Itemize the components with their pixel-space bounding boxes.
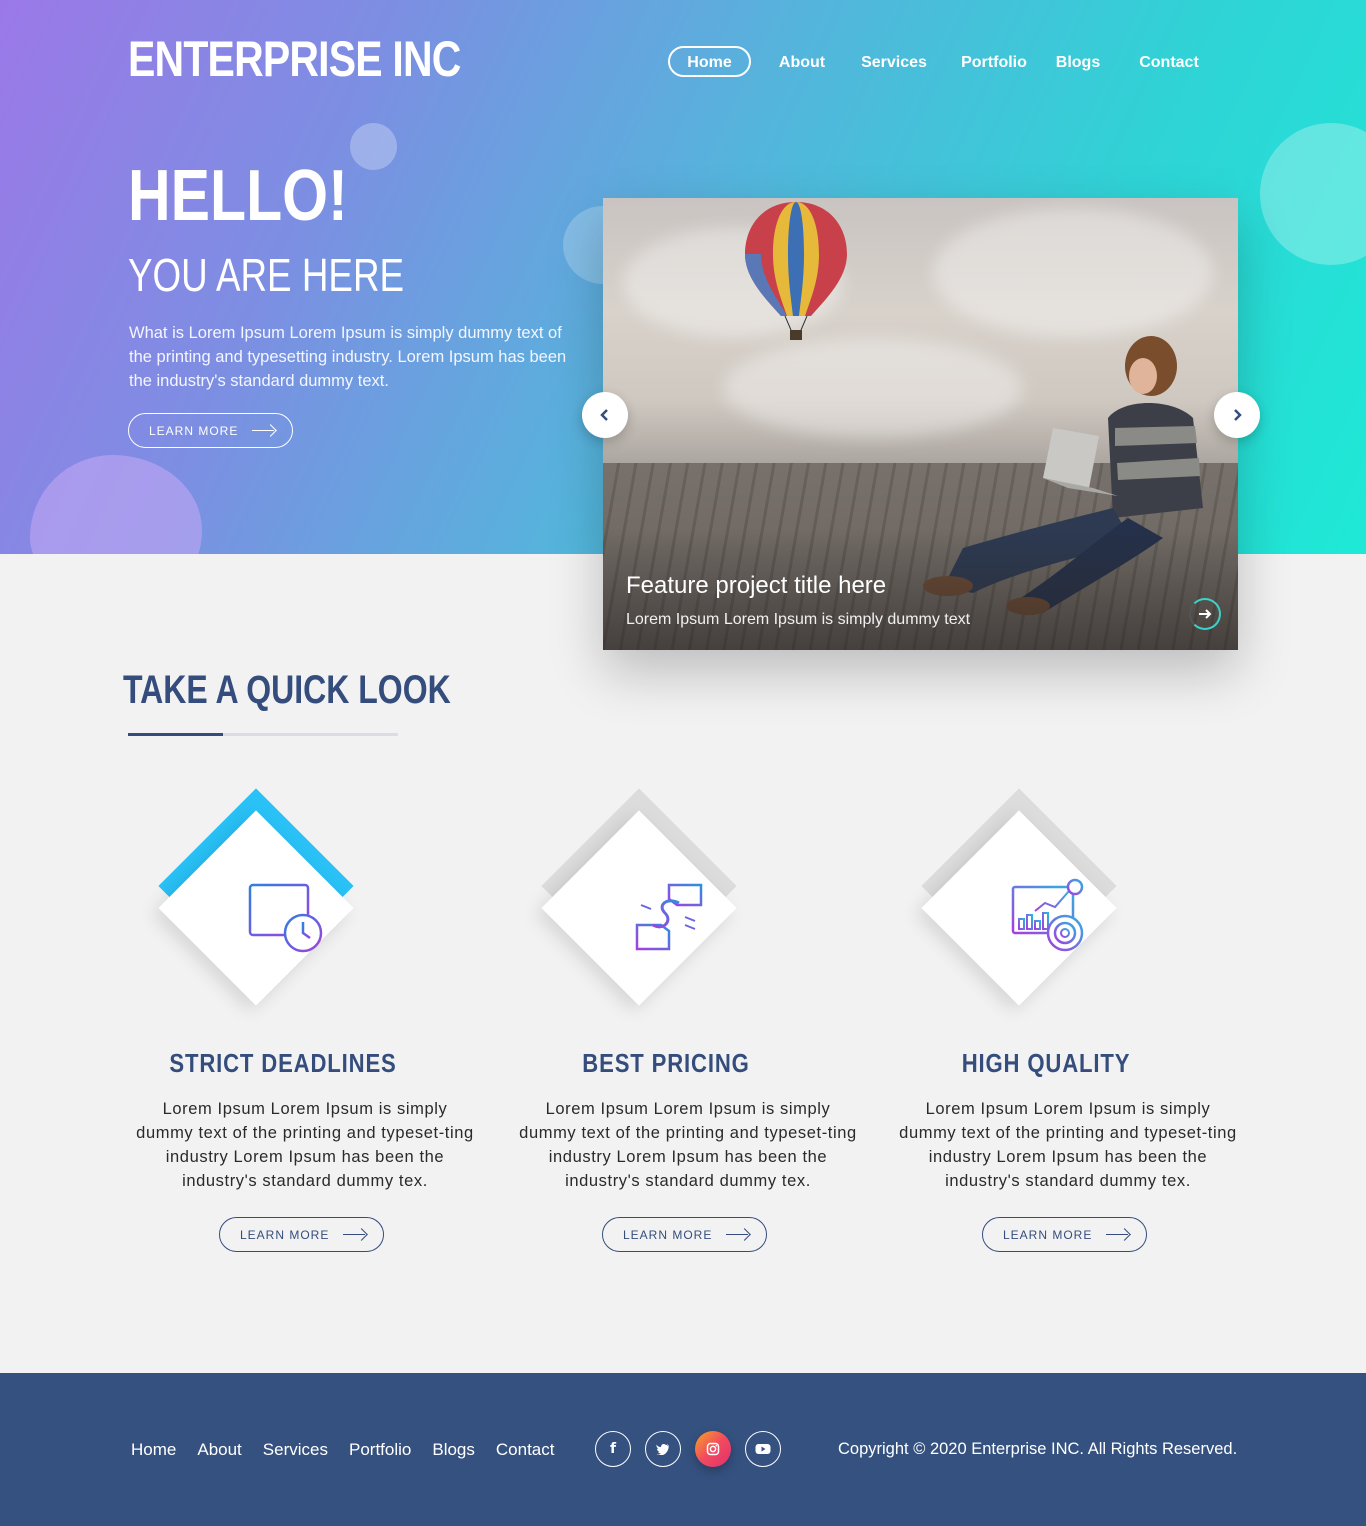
hero-greeting: HELLO!	[128, 156, 348, 236]
feature-learn-more-button[interactable]: LEARN MORE	[982, 1217, 1147, 1252]
button-label: LEARN MORE	[149, 423, 239, 438]
title-underline	[128, 733, 398, 736]
nav-about[interactable]: About	[765, 46, 839, 77]
decorative-blob	[30, 455, 202, 554]
social-links: f	[595, 1431, 795, 1467]
arrow-right-icon	[343, 1230, 367, 1240]
nav-portfolio[interactable]: Portfolio	[951, 46, 1037, 77]
copyright-text: Copyright © 2020 Enterprise INC. All Rig…	[838, 1440, 1238, 1458]
slide-open-button[interactable]	[1189, 598, 1221, 630]
slider-prev-button[interactable]	[582, 392, 628, 438]
instagram-icon[interactable]	[695, 1431, 731, 1467]
arrow-right-icon	[726, 1230, 750, 1240]
feature-learn-more-button[interactable]: LEARN MORE	[602, 1217, 767, 1252]
feature-description: Lorem Ipsum Lorem Ipsum is simply dummy …	[899, 1100, 1237, 1190]
feature-title: STRICT DEADLINES	[169, 1048, 397, 1078]
feature-description: Lorem Ipsum Lorem Ipsum is simply dummy …	[136, 1100, 474, 1190]
feature-card: BEST PRICING Lorem Ipsum Lorem Ipsum is …	[496, 788, 856, 1260]
hot-air-balloon-image	[745, 202, 847, 340]
brand-logo[interactable]: ENTERPRISE INC	[128, 30, 461, 88]
nav-blogs[interactable]: Blogs	[1047, 46, 1109, 77]
hero-description: What is Lorem Ipsum Lorem Ipsum is simpl…	[129, 324, 567, 390]
footer-nav-blogs[interactable]: Blogs	[432, 1440, 475, 1460]
arrow-right-icon	[252, 426, 276, 436]
twitter-icon[interactable]	[645, 1431, 681, 1467]
nav-contact[interactable]: Contact	[1129, 46, 1209, 77]
chevron-right-icon	[1234, 409, 1242, 421]
youtube-icon[interactable]	[745, 1431, 781, 1467]
footer-nav-about[interactable]: About	[197, 1440, 241, 1460]
dollar-handshake-icon	[629, 875, 709, 955]
section-title: TAKE A QUICK LOOK	[123, 668, 451, 712]
feature-card: STRICT DEADLINES Lorem Ipsum Lorem Ipsum…	[113, 788, 473, 1260]
slide-title: Feature project title here	[626, 572, 887, 599]
feature-card: HIGH QUALITY Lorem Ipsum Lorem Ipsum is …	[876, 788, 1236, 1260]
footer: Home About Services Portfolio Blogs Cont…	[0, 1373, 1366, 1526]
hero-subtitle: YOU ARE HERE	[128, 249, 405, 301]
main-nav: Home About Services Portfolio Blogs Cont…	[668, 46, 1209, 77]
arrow-right-icon	[1106, 1230, 1130, 1240]
footer-nav-services[interactable]: Services	[263, 1440, 328, 1460]
footer-nav-portfolio[interactable]: Portfolio	[349, 1440, 411, 1460]
slide-subtitle: Lorem Ipsum Lorem Ipsum is simply dummy …	[626, 611, 971, 628]
facebook-icon[interactable]: f	[595, 1431, 631, 1467]
chevron-left-icon	[600, 409, 608, 421]
footer-nav-home[interactable]: Home	[131, 1440, 176, 1460]
feature-description: Lorem Ipsum Lorem Ipsum is simply dummy …	[519, 1100, 857, 1190]
slider-next-button[interactable]	[1214, 392, 1260, 438]
footer-nav: Home About Services Portfolio Blogs Cont…	[131, 1440, 575, 1460]
button-label: LEARN MORE	[1003, 1227, 1093, 1242]
calendar-clock-icon	[246, 875, 326, 955]
nav-home[interactable]: Home	[668, 46, 751, 77]
feature-learn-more-button[interactable]: LEARN MORE	[219, 1217, 384, 1252]
decorative-circle	[350, 123, 397, 170]
feature-title: BEST PRICING	[582, 1048, 750, 1078]
footer-nav-contact[interactable]: Contact	[496, 1440, 555, 1460]
arrow-right-icon	[1199, 609, 1212, 619]
button-label: LEARN MORE	[623, 1227, 713, 1242]
button-label: LEARN MORE	[240, 1227, 330, 1242]
decorative-circle	[1260, 123, 1366, 265]
feature-slider: Feature project title here Lorem Ipsum L…	[603, 198, 1238, 650]
hero-learn-more-button[interactable]: LEARN MORE	[128, 413, 293, 448]
feature-title: HIGH QUALITY	[961, 1048, 1131, 1078]
analytics-chart-icon	[1009, 875, 1089, 955]
nav-services[interactable]: Services	[849, 46, 939, 77]
